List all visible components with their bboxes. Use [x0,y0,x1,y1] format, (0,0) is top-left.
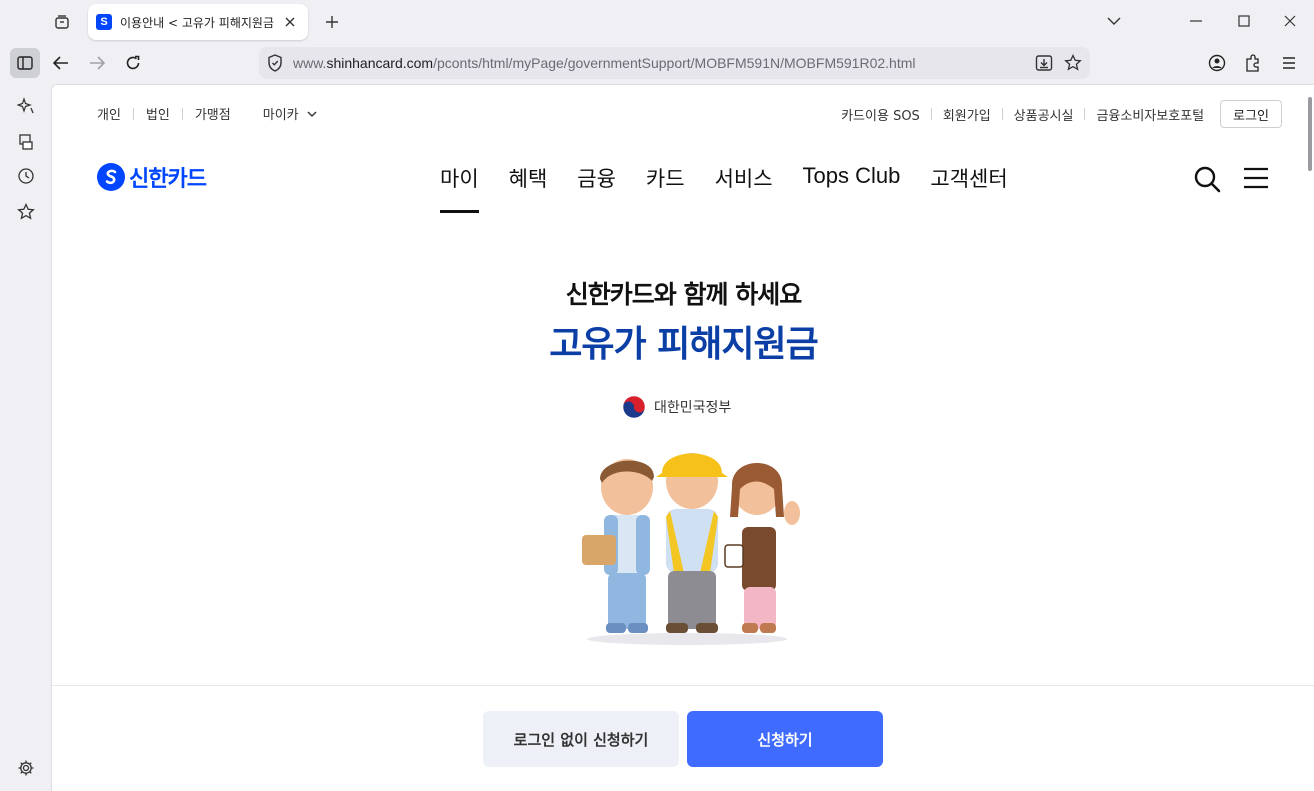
hamburger-menu-icon[interactable] [1243,167,1271,191]
page-viewport: 개인 법인 가맹점 마이카 카드이용 SOS 회원가입 상품공시실 금융소비자보… [51,84,1314,791]
divider [1001,108,1003,120]
page-scrollbar[interactable] [1308,97,1312,171]
site-shield-icon[interactable] [267,54,283,76]
minimize-icon[interactable] [1176,6,1216,36]
extensions-icon[interactable] [1238,48,1268,78]
gnb-service[interactable]: 서비스 [715,163,773,193]
utility-links: 카드이용 SOS 회원가입 상품공시실 금융소비자보호포털 로그인 [841,100,1282,128]
workers-illustration [582,453,800,645]
divider [132,107,134,120]
nav-merchant[interactable]: 가맹점 [195,104,231,123]
hero-subtitle: 신한카드와 함께 하세요 [565,280,802,309]
divider [1084,108,1086,120]
history-clock-icon[interactable] [14,164,38,188]
gnb-my[interactable]: 마이 [440,163,479,213]
login-button[interactable]: 로그인 [1220,100,1282,128]
divider [930,108,932,120]
government-badge: 대한민국정부 [622,395,731,419]
consumer-protection-link[interactable]: 금융소비자보호포털 [1096,105,1204,124]
tab-list-chevron-icon[interactable] [1094,6,1134,36]
government-label: 대한민국정부 [654,400,732,416]
address-bar[interactable]: www.shinhancard.com/pconts/html/myPage/g… [259,47,1090,79]
gnb-tops-club[interactable]: Tops Club [803,163,901,193]
browser-sidebar [0,84,51,791]
bookmark-star-icon[interactable] [1064,53,1082,76]
gnb-card[interactable]: 카드 [646,163,685,193]
nav-corporate[interactable]: 법인 [146,104,170,123]
tab-overview-icon[interactable] [48,8,76,36]
app-menu-icon[interactable] [1274,48,1304,78]
tab-strip: S 이용안내 < 고유가 피해지원금 [0,0,1314,42]
active-tab[interactable]: S 이용안내 < 고유가 피해지원금 [88,4,308,40]
back-arrow-icon[interactable] [46,48,76,78]
hero-title: 고유가 피해지원금 [549,324,819,365]
logo-text: 신한카드 [129,167,207,192]
maximize-icon[interactable] [1224,6,1264,36]
url-prefix: www. [293,55,327,71]
chevron-down-icon [307,111,317,117]
shinhan-favicon-icon: S [96,14,112,30]
customer-type-nav: 개인 법인 가맹점 마이카 [97,104,317,123]
close-tab-icon[interactable] [282,14,298,30]
signup-link[interactable]: 회원가입 [943,105,991,124]
navigation-toolbar: www.shinhancard.com/pconts/html/myPage/g… [0,42,1314,84]
url-path: /pconts/html/myPage/governmentSupport/MO… [433,55,916,71]
nav-personal[interactable]: 개인 [97,104,121,123]
myca-label: 마이카 [262,108,299,123]
search-icon[interactable] [1193,165,1221,193]
url-text[interactable]: www.shinhancard.com/pconts/html/myPage/g… [293,55,916,71]
ai-sparkle-icon[interactable] [14,94,38,118]
main-nav: 마이 혜택 금융 카드 서비스 Tops Club 고객센터 [440,163,1038,213]
gnb-benefits[interactable]: 혜택 [509,163,548,193]
divider [181,107,183,120]
tab-title: 이용안내 < 고유가 피해지원금 [120,15,274,30]
browser-window: S 이용안내 < 고유가 피해지원금 www.shinhancard.com/p… [0,0,1314,791]
myca-dropdown[interactable]: 마이카 [263,104,317,123]
gnb-customer-center[interactable]: 고객센터 [930,163,1007,193]
shinhan-logo-icon [97,163,125,191]
bookmarks-star-icon[interactable] [14,200,38,224]
close-window-icon[interactable] [1270,6,1310,36]
reload-icon[interactable] [118,48,148,78]
settings-gear-icon[interactable] [14,756,38,780]
gnb-finance[interactable]: 금융 [577,163,616,193]
apply-button[interactable]: 신청하기 [687,711,883,767]
url-host: shinhancard.com [326,55,434,71]
apply-without-login-button[interactable]: 로그인 없이 신청하기 [483,711,679,767]
account-icon[interactable] [1202,48,1232,78]
new-tab-icon[interactable] [320,10,344,34]
sidebar-toggle-icon[interactable] [10,48,40,78]
page-download-icon[interactable] [1035,54,1053,76]
taegeuk-emblem-icon [622,395,646,419]
shinhan-card-logo[interactable]: 신한카드 [97,161,207,193]
card-sos-link[interactable]: 카드이용 SOS [841,105,920,124]
product-disclosure-link[interactable]: 상품공시실 [1014,105,1074,124]
forward-arrow-icon[interactable] [82,48,112,78]
synced-tabs-icon[interactable] [14,130,38,154]
action-bar-divider [52,685,1314,686]
